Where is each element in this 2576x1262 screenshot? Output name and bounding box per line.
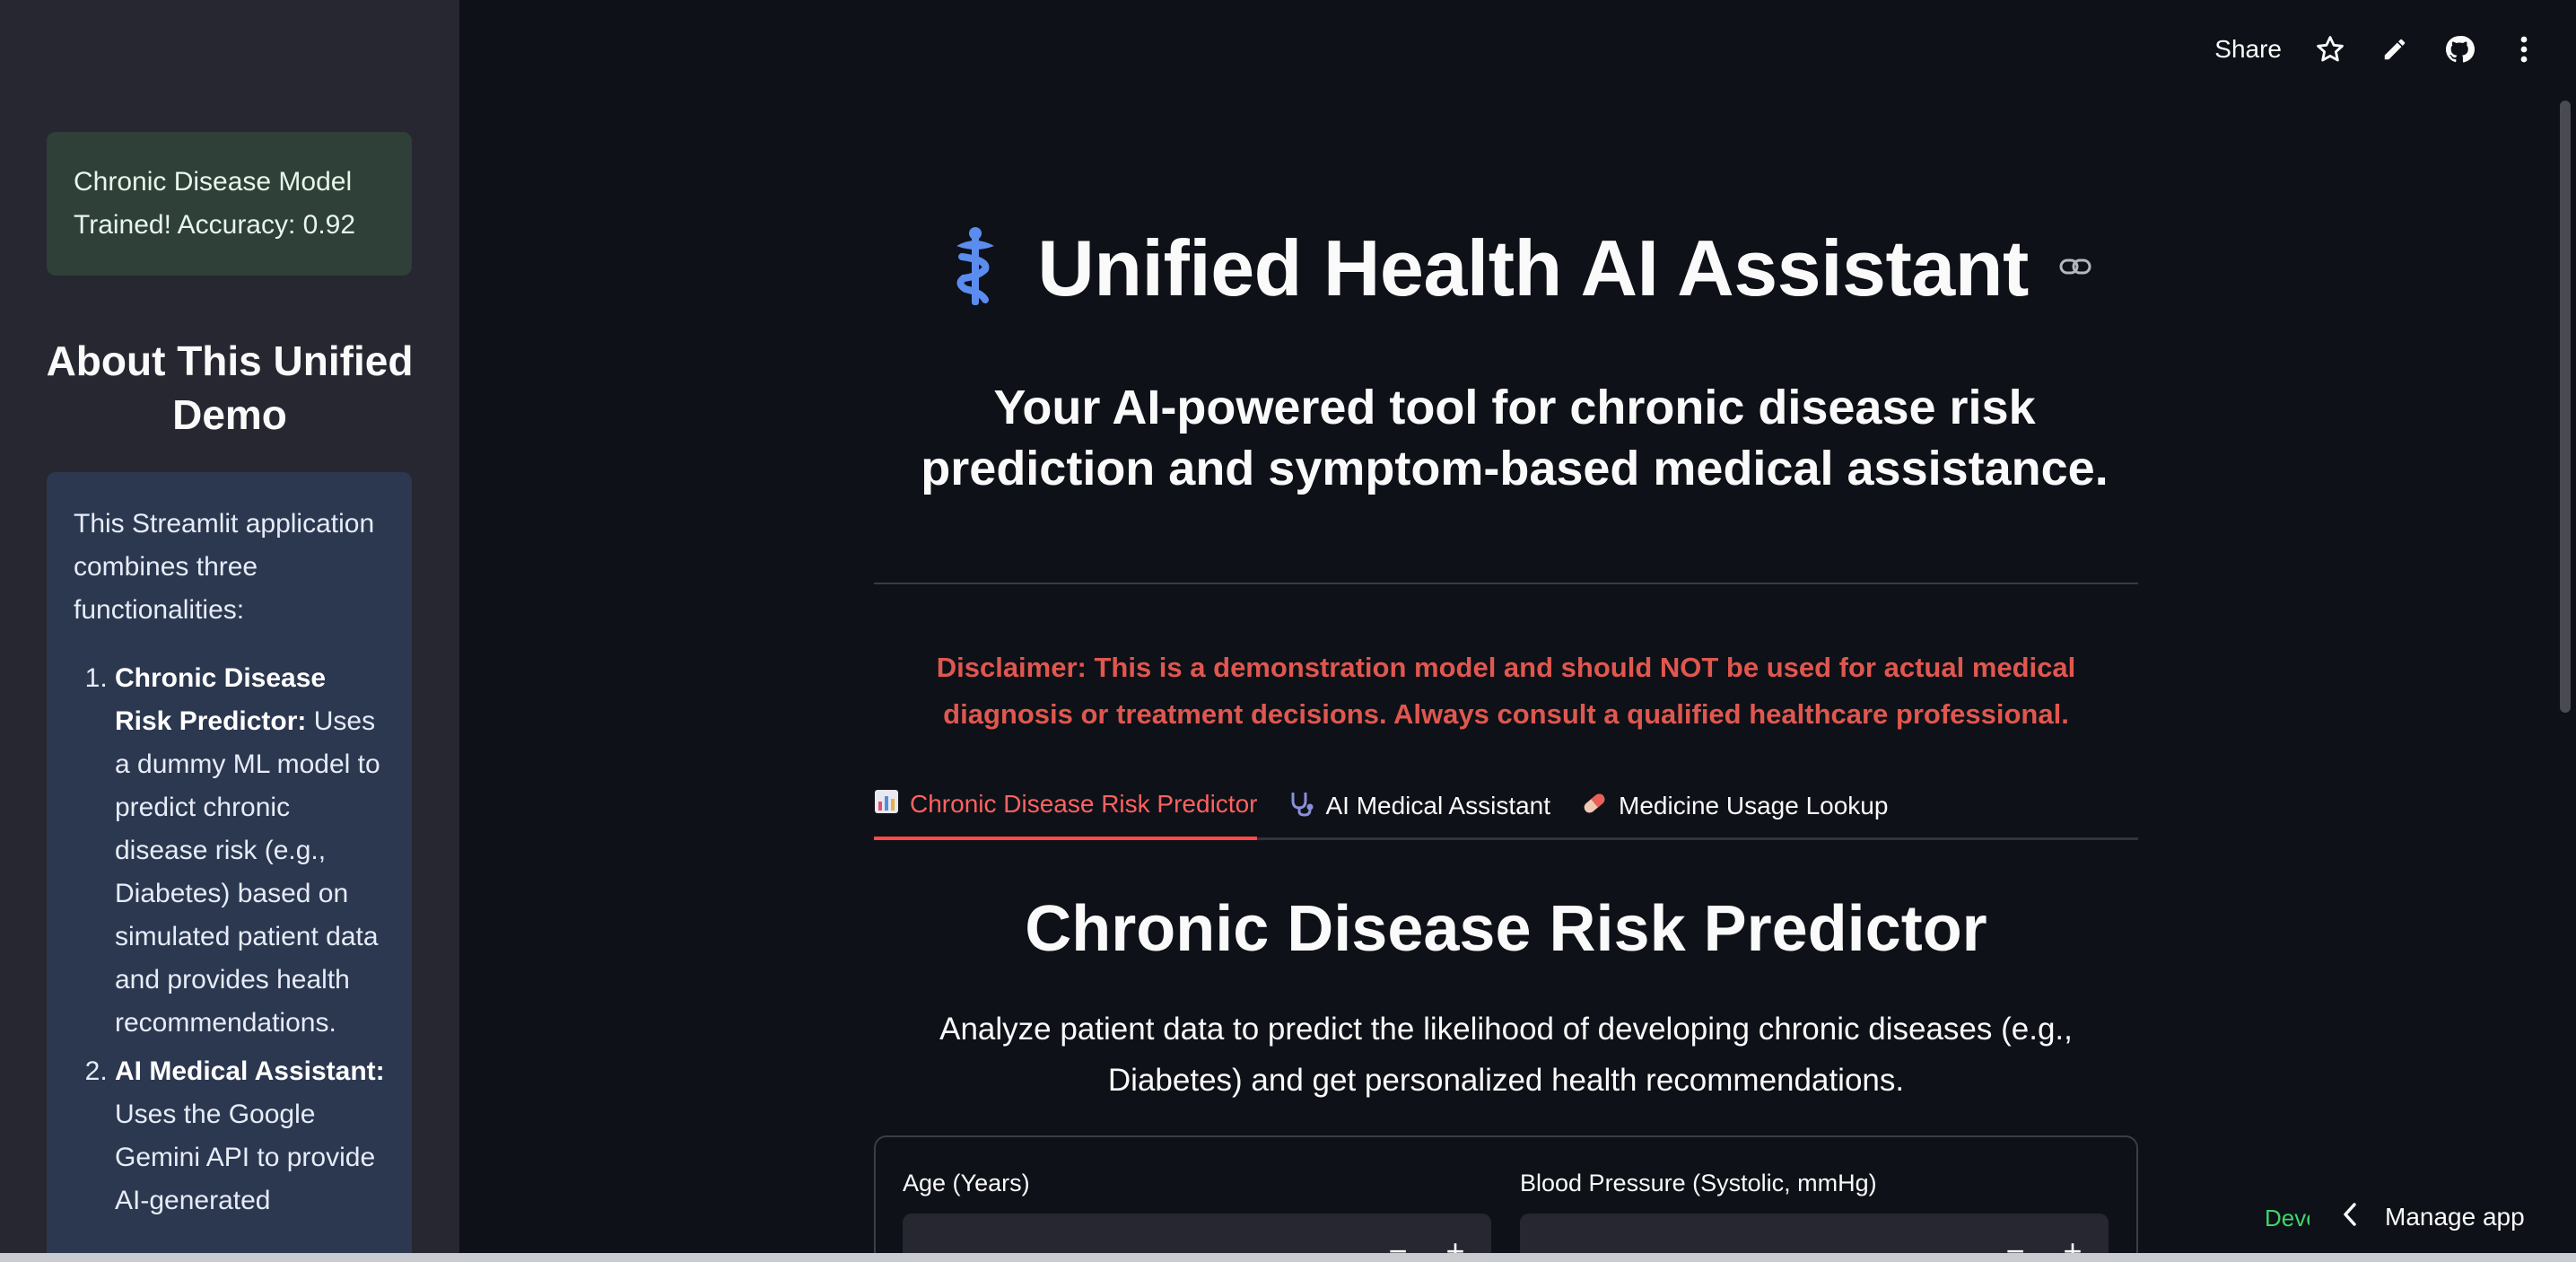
age-field: Age (Years) 35 − +: [903, 1170, 1491, 1262]
star-icon[interactable]: [2314, 33, 2346, 66]
caduceus-icon: [944, 226, 1007, 311]
anchor-link-icon[interactable]: [2059, 257, 2091, 281]
bar-chart-icon: [874, 789, 899, 820]
info-intro: This Streamlit application combines thre…: [74, 509, 375, 625]
age-label: Age (Years): [903, 1170, 1030, 1196]
success-alert: Chronic Disease Model Trained! Accuracy:…: [47, 132, 412, 276]
tab-bar: Chronic Disease Risk Predictor AI Medica…: [874, 777, 2138, 840]
disclaimer-text: Disclaimer: This is a demonstration mode…: [936, 652, 2076, 730]
stethoscope-icon: [1288, 790, 1314, 823]
pencil-icon[interactable]: [2379, 33, 2411, 66]
list-item-heading: AI Medical Assistant:: [115, 1056, 385, 1086]
github-icon[interactable]: [2443, 33, 2476, 66]
tab-ai-medical-assistant[interactable]: AI Medical Assistant: [1288, 777, 1550, 840]
info-alert: This Streamlit application combines thre…: [47, 472, 412, 1262]
blood-pressure-field: Blood Pressure (Systolic, mmHg) 120.00 −…: [1520, 1170, 2109, 1262]
page-subtitle: Your AI-powered tool for chronic disease…: [921, 381, 2109, 495]
list-item-heading: Chronic Disease Risk Predictor:: [115, 663, 327, 736]
main-content: Unified Health AI Assistant Your AI-powe…: [459, 0, 2576, 1262]
section-title: Chronic Disease Risk Predictor: [1025, 893, 1987, 965]
tab-label: Chronic Disease Risk Predictor: [910, 790, 1258, 818]
tab-chronic-disease[interactable]: Chronic Disease Risk Predictor: [874, 777, 1258, 840]
more-icon[interactable]: [2508, 33, 2540, 66]
bottom-edge: [0, 1253, 2576, 1262]
vertical-scrollbar[interactable]: [2560, 101, 2571, 713]
streamlit-app: Chronic Disease Model Trained! Accuracy:…: [0, 0, 2576, 1262]
divider: [874, 583, 2138, 584]
tab-label: Medicine Usage Lookup: [1619, 792, 1889, 819]
manage-app-button[interactable]: Manage app: [2342, 1194, 2525, 1240]
top-toolbar: Share: [2214, 25, 2540, 74]
list-item: Chronic Disease Risk Predictor: Uses a d…: [115, 657, 385, 1045]
page-header: Unified Health AI Assistant: [459, 223, 2576, 314]
tab-medicine-usage-lookup[interactable]: Medicine Usage Lookup: [1581, 777, 1888, 840]
about-title: About This Unified Demo: [46, 337, 414, 438]
page-title: Unified Health AI Assistant: [1037, 223, 2029, 312]
pill-icon: [1581, 790, 1608, 823]
list-item: AI Medical Assistant: Uses the Google Ge…: [115, 1050, 385, 1223]
dev-badge: Deve: [2265, 1205, 2310, 1231]
feature-list: Chronic Disease Risk Predictor: Uses a d…: [74, 657, 385, 1223]
chevron-left-icon: [2342, 1202, 2358, 1233]
tab-label: AI Medical Assistant: [1325, 792, 1551, 819]
blood-pressure-label: Blood Pressure (Systolic, mmHg): [1520, 1170, 1877, 1196]
section-description: Analyze patient data to predict the like…: [939, 1012, 2073, 1098]
patient-data-form: Age (Years) 35 − + Blood Pressure (Systo…: [874, 1135, 2138, 1262]
share-button[interactable]: Share: [2214, 35, 2282, 64]
list-item-text: Uses the Google Gemini API to provide AI…: [115, 1100, 376, 1215]
success-message: Chronic Disease Model Trained! Accuracy:…: [74, 167, 356, 240]
manage-app-label: Manage app: [2385, 1203, 2525, 1231]
sidebar: Chronic Disease Model Trained! Accuracy:…: [0, 0, 459, 1262]
list-item-text: Uses a dummy ML model to predict chronic…: [115, 706, 380, 1038]
